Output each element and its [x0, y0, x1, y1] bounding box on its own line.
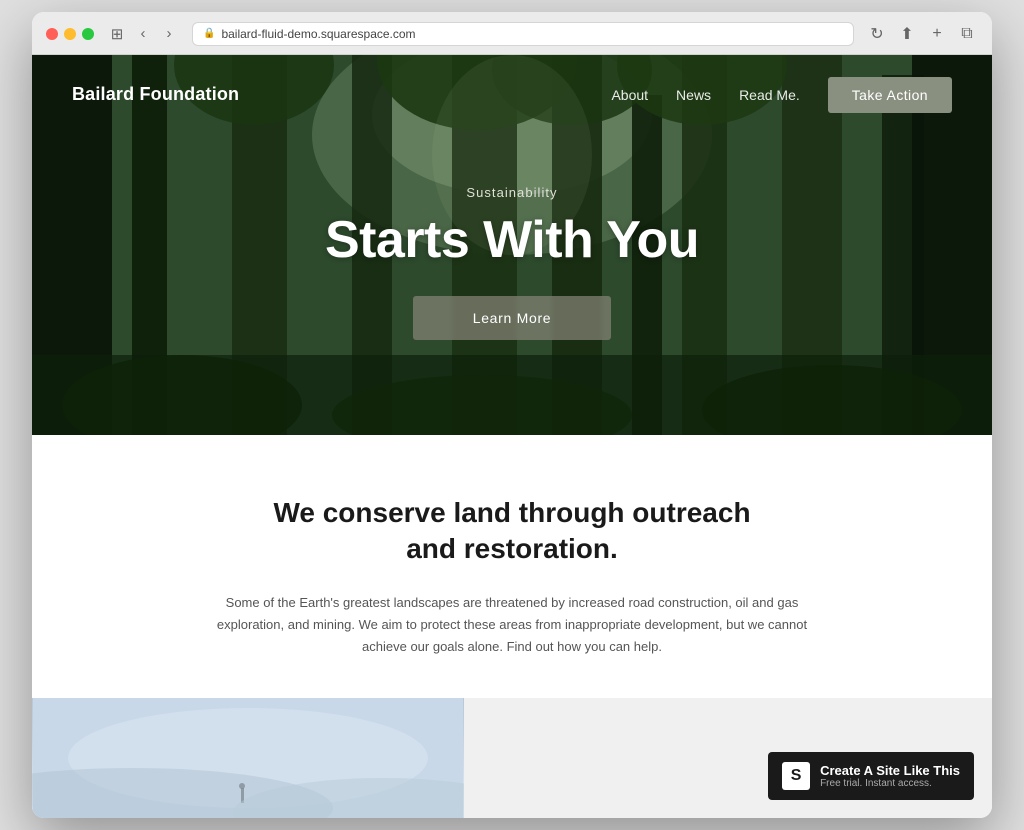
address-bar[interactable]: 🔒 bailard-fluid-demo.squarespace.com: [192, 22, 854, 46]
tabs-button[interactable]: ⧉: [956, 23, 978, 45]
content-section: We conserve land through outreach and re…: [32, 435, 992, 698]
content-body: Some of the Earth's greatest landscapes …: [202, 592, 822, 658]
forward-button[interactable]: ›: [158, 23, 180, 45]
bottom-image: [32, 698, 464, 818]
hero-section: Bailard Foundation About News Read Me. T…: [32, 55, 992, 435]
site-nav: Bailard Foundation About News Read Me. T…: [32, 55, 992, 135]
reload-button[interactable]: ↻: [866, 23, 888, 45]
sidebar-toggle-icon[interactable]: ⊞: [106, 23, 128, 45]
browser-window: ⊞ ‹ › 🔒 bailard-fluid-demo.squarespace.c…: [32, 12, 992, 818]
nav-read-me[interactable]: Read Me.: [739, 87, 800, 103]
share-button[interactable]: ⬆: [896, 23, 918, 45]
sq-main-text: Create A Site Like This: [820, 763, 960, 778]
nav-about[interactable]: About: [611, 87, 648, 103]
minimize-button[interactable]: [64, 28, 76, 40]
website: Bailard Foundation About News Read Me. T…: [32, 55, 992, 818]
sq-sub-text: Free trial. Instant access.: [820, 778, 960, 789]
back-button[interactable]: ‹: [132, 23, 154, 45]
hero-title: Starts With You: [325, 210, 699, 270]
maximize-button[interactable]: [82, 28, 94, 40]
squarespace-logo: S: [782, 762, 810, 790]
nav-news[interactable]: News: [676, 87, 711, 103]
content-heading: We conserve land through outreach and re…: [272, 495, 752, 568]
traffic-lights: [46, 28, 94, 40]
site-logo[interactable]: Bailard Foundation: [72, 84, 239, 105]
learn-more-button[interactable]: Learn More: [413, 296, 612, 340]
browser-actions: ↻ ⬆ + ⧉: [866, 23, 978, 45]
nav-links: About News Read Me. Take Action: [611, 77, 952, 113]
bottom-strip: S Create A Site Like This Free trial. In…: [32, 698, 992, 818]
new-tab-button[interactable]: +: [926, 23, 948, 45]
lock-icon: 🔒: [203, 28, 215, 39]
browser-chrome: ⊞ ‹ › 🔒 bailard-fluid-demo.squarespace.c…: [32, 12, 992, 55]
hero-subtitle: Sustainability: [466, 185, 557, 200]
close-button[interactable]: [46, 28, 58, 40]
squarespace-badge[interactable]: S Create A Site Like This Free trial. In…: [768, 752, 974, 800]
browser-controls: ⊞ ‹ ›: [106, 23, 180, 45]
sq-badge-text: Create A Site Like This Free trial. Inst…: [820, 763, 960, 789]
nav-cta-button[interactable]: Take Action: [828, 77, 952, 113]
url-text: bailard-fluid-demo.squarespace.com: [221, 27, 415, 41]
hero-content: Sustainability Starts With You Learn Mor…: [32, 135, 992, 340]
